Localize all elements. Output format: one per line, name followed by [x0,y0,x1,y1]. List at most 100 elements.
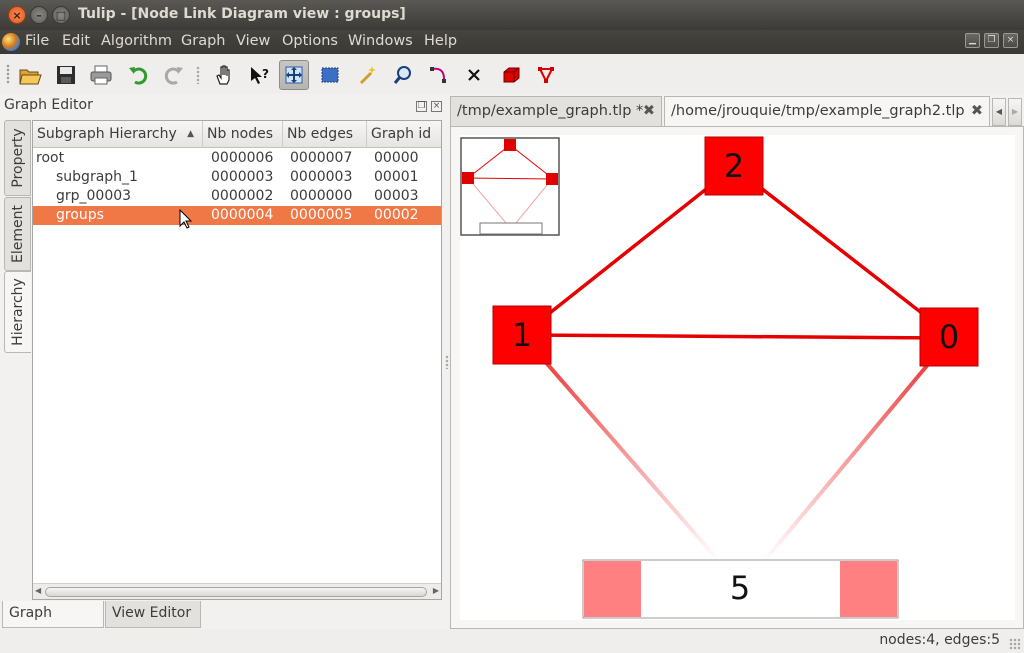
toolbar-grip[interactable] [6,64,10,84]
menu-options[interactable]: Options [282,33,338,49]
delete-icon[interactable] [459,60,489,90]
tab-example-graph2[interactable]: /home/jrouquie/tmp/example_graph2.tlp ✖ [664,96,990,127]
nb-nodes: 0000003 [211,169,274,185]
status-bar: nodes:4, edges:5 [0,629,1024,653]
node-0[interactable]: 0 [919,307,979,367]
scroll-left-icon[interactable]: ◀ [35,586,41,595]
close-tab-icon[interactable]: ✖ [643,97,655,125]
magnifier-icon[interactable] [388,60,418,90]
horizontal-scrollbar[interactable]: ◀ ▶ [33,583,441,599]
node-label: 5 [730,569,750,607]
graph-svg: 2 1 0 5 [460,136,979,619]
node-link-diagram-canvas[interactable]: 2 1 0 5 [460,135,1015,620]
edge-1-0[interactable] [521,333,951,340]
selection-wand-icon[interactable] [352,60,382,90]
select-rectangle-icon[interactable] [315,60,345,90]
subgraph-hierarchy-tree[interactable]: Subgraph Hierarchy ▲ Nb nodes Nb edges G… [32,120,442,600]
nb-edges: 0000000 [290,188,353,204]
mouse-cursor-icon [179,209,193,229]
menu-windows[interactable]: Windows [348,33,413,49]
tree-row[interactable]: root 0000006 0000007 00000 [33,149,441,168]
tree-header: Subgraph Hierarchy ▲ Nb nodes Nb edges G… [33,121,441,148]
subgraph-name: groups [56,207,104,223]
dock-float-button[interactable]: ❐ [416,101,427,112]
node-label: 2 [724,147,744,185]
get-info-icon[interactable]: ? [244,60,274,90]
menu-edit[interactable]: Edit [62,33,90,49]
subgraph-name: root [36,150,65,166]
tab-graph-editor[interactable]: Graph Editor [2,601,104,646]
edge-1-5[interactable] [520,333,720,562]
column-header-nb-nodes[interactable]: Nb nodes [203,121,283,148]
scroll-right-icon[interactable]: ▶ [433,586,439,595]
nb-nodes: 0000006 [211,150,274,166]
tulip-app-icon[interactable] [2,33,20,51]
add-node-icon[interactable] [496,60,526,90]
graph-editor-title: Graph Editor [4,97,93,113]
column-header-subgraph-hierarchy[interactable]: Subgraph Hierarchy ▲ [33,121,203,148]
menu-help[interactable]: Help [424,33,457,49]
redo-icon[interactable] [159,60,189,90]
column-header-nb-edges[interactable]: Nb edges [283,121,367,148]
tab-element[interactable]: Element [4,197,31,271]
edge-bend-icon[interactable] [424,60,454,90]
dock-close-button[interactable]: × [431,101,442,112]
graph-id: 00003 [374,188,419,204]
mdi-restore-button[interactable]: ❐ [984,33,999,48]
window-title: Tulip - [Node Link Diagram view : groups… [78,6,406,22]
node-2[interactable]: 2 [704,136,764,196]
dock-controls: ❐ × [412,100,442,112]
tab-property-label: Property [9,128,26,188]
menu-algorithm[interactable]: Algorithm [101,33,172,49]
open-icon[interactable] [15,60,45,90]
splitter-handle[interactable] [445,355,449,369]
menu-bar: File Edit Algorithm Graph View Options W… [0,30,1024,54]
tab-property[interactable]: Property [4,120,31,196]
graph-id: 00000 [374,150,419,166]
title-bar: × – □ Tulip - [Node Link Diagram view : … [0,0,1024,30]
edge-0-5[interactable] [763,336,952,562]
window-minimize-button[interactable]: – [30,6,48,24]
overview-minimap[interactable] [460,137,560,236]
window-maximize-button[interactable]: □ [52,6,70,24]
undo-icon[interactable] [123,60,153,90]
meta-node-5[interactable]: 5 [582,559,899,619]
tab-scroll-left-icon[interactable]: ◀ [992,98,1006,126]
zoom-navigate-icon[interactable] [279,60,309,90]
nb-nodes: 0000002 [211,188,274,204]
node-label: 1 [512,316,532,354]
scrollbar-thumb[interactable] [45,587,427,597]
tab-label: /home/jrouquie/tmp/example_graph2.tlp [671,103,965,119]
svg-text:?: ? [262,67,269,81]
tab-scroll-right-icon[interactable]: ▶ [1008,98,1022,126]
tab-hierarchy[interactable]: Hierarchy [4,271,31,353]
add-edge-icon[interactable] [531,60,561,90]
close-tab-icon[interactable]: ✖ [971,97,983,125]
toolbar-separator [196,66,200,84]
mdi-close-button[interactable]: × [1003,33,1018,48]
subgraph-name: subgraph_1 [56,169,138,185]
print-icon[interactable] [86,60,116,90]
graph-id: 00001 [374,169,419,185]
edge-2-0[interactable] [732,165,952,337]
nb-edges: 0000007 [290,150,353,166]
menu-graph[interactable]: Graph [181,33,225,49]
mdi-minimize-button[interactable]: ▁ [965,33,980,48]
save-icon[interactable] [51,60,81,90]
tree-row-selected[interactable]: groups 0000004 0000005 00002 [33,206,441,225]
column-header-graph-id[interactable]: Graph id [367,121,441,148]
tree-row[interactable]: subgraph_1 0000003 0000003 00001 [33,168,441,187]
node-1[interactable]: 1 [492,305,552,365]
nb-edges: 0000005 [290,207,353,223]
node-label: 0 [939,318,959,356]
subgraph-name: grp_00003 [56,188,132,204]
toolbar: ? [0,54,1024,94]
tab-view-editor[interactable]: View Editor [105,601,201,628]
menu-file[interactable]: File [25,33,49,49]
window-close-button[interactable]: × [8,6,26,24]
menu-view[interactable]: View [236,33,270,49]
tree-row[interactable]: grp_00003 0000002 0000000 00003 [33,187,441,206]
pan-icon[interactable] [209,60,239,90]
resize-grip[interactable] [1009,638,1021,650]
tab-example-graph[interactable]: /tmp/example_graph.tlp * ✖ [450,96,662,126]
